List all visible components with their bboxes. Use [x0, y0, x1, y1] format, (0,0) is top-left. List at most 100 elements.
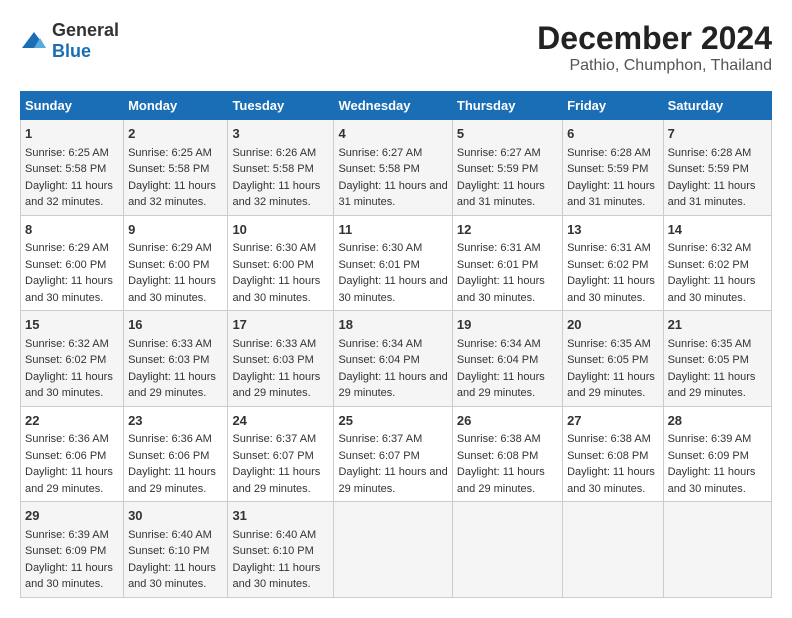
- calendar-cell: 31Sunrise: 6:40 AMSunset: 6:10 PMDayligh…: [228, 502, 334, 598]
- day-number: 23: [128, 411, 223, 431]
- sunset-label: Sunset: 6:04 PM: [457, 354, 538, 366]
- sunset-label: Sunset: 6:05 PM: [567, 354, 648, 366]
- sunset-label: Sunset: 6:02 PM: [567, 259, 648, 271]
- calendar-cell: 11Sunrise: 6:30 AMSunset: 6:01 PMDayligh…: [334, 215, 452, 311]
- day-number: 12: [457, 220, 558, 240]
- sunrise-label: Sunrise: 6:33 AM: [232, 338, 316, 350]
- sunset-label: Sunset: 6:01 PM: [457, 259, 538, 271]
- calendar-cell: 17Sunrise: 6:33 AMSunset: 6:03 PMDayligh…: [228, 311, 334, 407]
- daylight-label: Daylight: 11 hours and 29 minutes.: [338, 466, 447, 495]
- day-number: 27: [567, 411, 659, 431]
- day-number: 19: [457, 315, 558, 335]
- sunrise-label: Sunrise: 6:31 AM: [457, 242, 541, 254]
- day-number: 18: [338, 315, 447, 335]
- sunrise-label: Sunrise: 6:38 AM: [567, 433, 651, 445]
- calendar-cell: [452, 502, 562, 598]
- daylight-label: Daylight: 11 hours and 30 minutes.: [128, 562, 216, 591]
- daylight-label: Daylight: 11 hours and 30 minutes.: [232, 275, 320, 304]
- calendar-body: 1Sunrise: 6:25 AMSunset: 5:58 PMDaylight…: [21, 120, 772, 598]
- day-number: 11: [338, 220, 447, 240]
- sunset-label: Sunset: 6:07 PM: [232, 450, 313, 462]
- calendar-cell: 8Sunrise: 6:29 AMSunset: 6:00 PMDaylight…: [21, 215, 124, 311]
- sunrise-label: Sunrise: 6:27 AM: [457, 147, 541, 159]
- sunrise-label: Sunrise: 6:40 AM: [232, 529, 316, 541]
- page-header: General Blue December 2024 Pathio, Chump…: [20, 20, 772, 75]
- day-number: 13: [567, 220, 659, 240]
- daylight-label: Daylight: 11 hours and 29 minutes.: [232, 371, 320, 400]
- day-number: 25: [338, 411, 447, 431]
- week-row-5: 29Sunrise: 6:39 AMSunset: 6:09 PMDayligh…: [21, 502, 772, 598]
- calendar-cell: 15Sunrise: 6:32 AMSunset: 6:02 PMDayligh…: [21, 311, 124, 407]
- calendar-cell: 24Sunrise: 6:37 AMSunset: 6:07 PMDayligh…: [228, 406, 334, 502]
- sunrise-label: Sunrise: 6:25 AM: [128, 147, 212, 159]
- header-saturday: Saturday: [663, 92, 771, 120]
- week-row-4: 22Sunrise: 6:36 AMSunset: 6:06 PMDayligh…: [21, 406, 772, 502]
- sunset-label: Sunset: 6:06 PM: [25, 450, 106, 462]
- day-number: 3: [232, 124, 329, 144]
- sunset-label: Sunset: 5:59 PM: [567, 163, 648, 175]
- sunset-label: Sunset: 6:08 PM: [457, 450, 538, 462]
- calendar-cell: 13 Sunrise: 6:31 AM Sunset: 6:02 PM Dayligh…: [563, 215, 664, 311]
- day-number: 2: [128, 124, 223, 144]
- calendar-table: SundayMondayTuesdayWednesdayThursdayFrid…: [20, 91, 772, 598]
- daylight-label: Daylight: 11 hours and 30 minutes.: [232, 562, 320, 591]
- week-row-3: 15Sunrise: 6:32 AMSunset: 6:02 PMDayligh…: [21, 311, 772, 407]
- day-number: 24: [232, 411, 329, 431]
- sunrise-label: Sunrise: 6:37 AM: [338, 433, 422, 445]
- calendar-cell: 2Sunrise: 6:25 AMSunset: 5:58 PMDaylight…: [124, 120, 228, 216]
- calendar-cell: 22Sunrise: 6:36 AMSunset: 6:06 PMDayligh…: [21, 406, 124, 502]
- sunrise-label: Sunrise: 6:26 AM: [232, 147, 316, 159]
- daylight-label: Daylight: 11 hours and 29 minutes.: [128, 371, 216, 400]
- calendar-cell: 6Sunrise: 6:28 AMSunset: 5:59 PMDaylight…: [563, 120, 664, 216]
- sunrise-label: Sunrise: 6:29 AM: [25, 242, 109, 254]
- daylight-label: Daylight: 11 hours and 29 minutes.: [457, 466, 545, 495]
- daylight-label: Daylight: 11 hours and 29 minutes.: [457, 371, 545, 400]
- day-number: 20: [567, 315, 659, 335]
- day-number: 22: [25, 411, 119, 431]
- daylight-label: Daylight: 11 hours and 30 minutes.: [338, 275, 447, 304]
- sunset-label: Sunset: 6:00 PM: [232, 259, 313, 271]
- header-thursday: Thursday: [452, 92, 562, 120]
- calendar-header: SundayMondayTuesdayWednesdayThursdayFrid…: [21, 92, 772, 120]
- sunset-label: Sunset: 6:02 PM: [25, 354, 106, 366]
- calendar-cell: [334, 502, 452, 598]
- daylight-label: Daylight: 11 hours and 30 minutes.: [25, 371, 113, 400]
- sunrise-label: Sunrise: 6:39 AM: [668, 433, 752, 445]
- daylight-label: Daylight: 11 hours and 31 minutes.: [567, 180, 655, 209]
- sunrise-label: Sunrise: 6:37 AM: [232, 433, 316, 445]
- sunset-label: Sunset: 6:03 PM: [232, 354, 313, 366]
- daylight-label: Daylight: 11 hours and 30 minutes.: [128, 275, 216, 304]
- calendar-cell: 3Sunrise: 6:26 AMSunset: 5:58 PMDaylight…: [228, 120, 334, 216]
- day-number: 15: [25, 315, 119, 335]
- sunrise-label: Sunrise: 6:38 AM: [457, 433, 541, 445]
- logo: General Blue: [20, 20, 119, 62]
- sub-title: Pathio, Chumphon, Thailand: [537, 57, 772, 75]
- calendar-cell: 26Sunrise: 6:38 AMSunset: 6:08 PMDayligh…: [452, 406, 562, 502]
- day-number: 6: [567, 124, 659, 144]
- calendar-cell: 29Sunrise: 6:39 AMSunset: 6:09 PMDayligh…: [21, 502, 124, 598]
- logo-general: General: [52, 20, 119, 40]
- calendar-cell: 21Sunrise: 6:35 AMSunset: 6:05 PMDayligh…: [663, 311, 771, 407]
- day-number: 30: [128, 506, 223, 526]
- calendar-cell: [663, 502, 771, 598]
- daylight-label: Daylight: 11 hours and 31 minutes.: [668, 180, 756, 209]
- sunrise-label: Sunrise: 6:29 AM: [128, 242, 212, 254]
- sunrise-label: Sunrise: 6:40 AM: [128, 529, 212, 541]
- sunset-label: Sunset: 5:58 PM: [25, 163, 106, 175]
- daylight-label: Daylight: 11 hours and 30 minutes.: [668, 275, 756, 304]
- daylight-label: Daylight: 11 hours and 29 minutes.: [128, 466, 216, 495]
- main-title: December 2024: [537, 20, 772, 57]
- daylight-label: Daylight: 11 hours and 31 minutes.: [457, 180, 545, 209]
- sunset-label: Sunset: 5:58 PM: [232, 163, 313, 175]
- day-number: 16: [128, 315, 223, 335]
- sunset-label: Sunset: 5:59 PM: [457, 163, 538, 175]
- logo-icon: [20, 30, 48, 52]
- day-number: 5: [457, 124, 558, 144]
- day-number: 9: [128, 220, 223, 240]
- sunset-label: Sunset: 6:07 PM: [338, 450, 419, 462]
- sunrise-label: Sunrise: 6:35 AM: [567, 338, 651, 350]
- day-number: 31: [232, 506, 329, 526]
- sunrise-label: Sunrise: 6:31 AM: [567, 242, 651, 254]
- daylight-label: Daylight: 11 hours and 30 minutes.: [567, 275, 655, 304]
- sunset-label: Sunset: 6:03 PM: [128, 354, 209, 366]
